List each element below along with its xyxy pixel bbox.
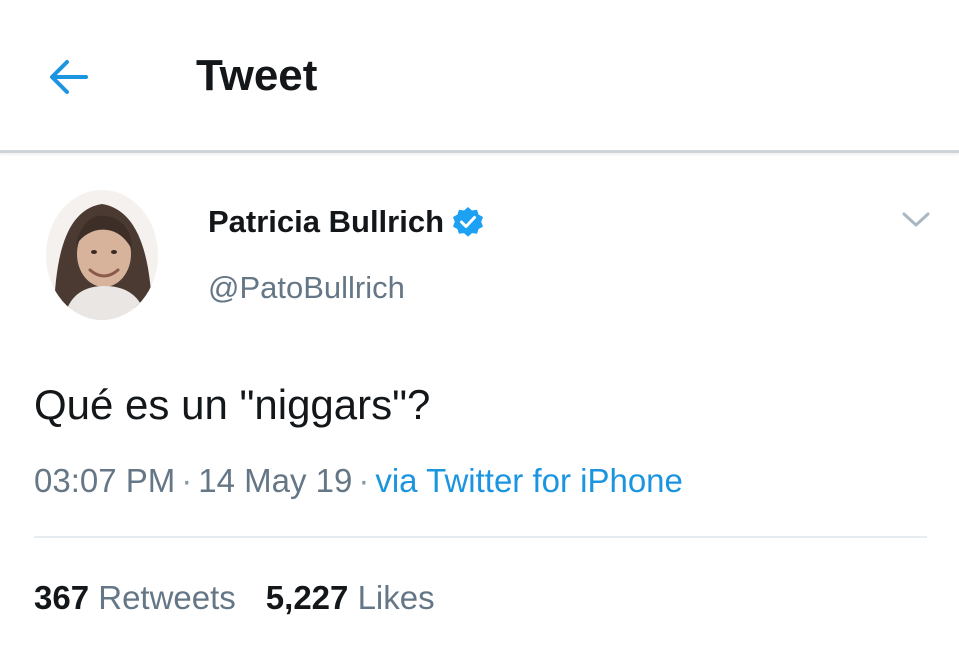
page-title: Tweet bbox=[196, 51, 318, 100]
divider bbox=[34, 536, 927, 538]
likes-count: 5,227 bbox=[265, 579, 349, 616]
profile-photo bbox=[46, 190, 158, 320]
author-name: Patricia Bullrich bbox=[208, 204, 445, 239]
likes-stat[interactable]: 5,227 Likes bbox=[266, 579, 435, 616]
tweet-source-link[interactable]: via Twitter for iPhone bbox=[375, 462, 683, 499]
retweets-count: 367 bbox=[34, 579, 90, 616]
verified-badge-icon bbox=[453, 207, 484, 237]
tweet-menu-button[interactable] bbox=[898, 206, 934, 234]
tweet-time: 03:07 PM bbox=[34, 462, 176, 499]
meta-separator: · bbox=[181, 462, 193, 499]
avatar[interactable] bbox=[46, 190, 158, 320]
tweet-text: Qué es un "niggars"? bbox=[34, 381, 431, 428]
retweets-label: Retweets bbox=[98, 579, 236, 616]
back-button[interactable] bbox=[44, 52, 94, 102]
tweet-stats: 367 Retweets 5,227 Likes bbox=[34, 576, 435, 620]
tweet-detail-page: Tweet Patricia Bullrich @PatoBullrich Qu… bbox=[0, 0, 959, 658]
top-bar: Tweet bbox=[0, 0, 959, 153]
likes-label: Likes bbox=[357, 579, 435, 616]
meta-separator: · bbox=[358, 462, 370, 499]
chevron-down-icon bbox=[902, 212, 930, 227]
author-handle[interactable]: @PatoBullrich bbox=[208, 268, 405, 308]
author-name-row[interactable]: Patricia Bullrich bbox=[208, 202, 484, 242]
tweet-meta: 03:07 PM · 14 May 19 · via Twitter for iPhon… bbox=[34, 459, 683, 503]
tweet-date: 14 May 19 bbox=[198, 462, 353, 499]
arrow-left-icon bbox=[50, 60, 88, 94]
retweets-stat[interactable]: 367 Retweets bbox=[34, 579, 236, 616]
